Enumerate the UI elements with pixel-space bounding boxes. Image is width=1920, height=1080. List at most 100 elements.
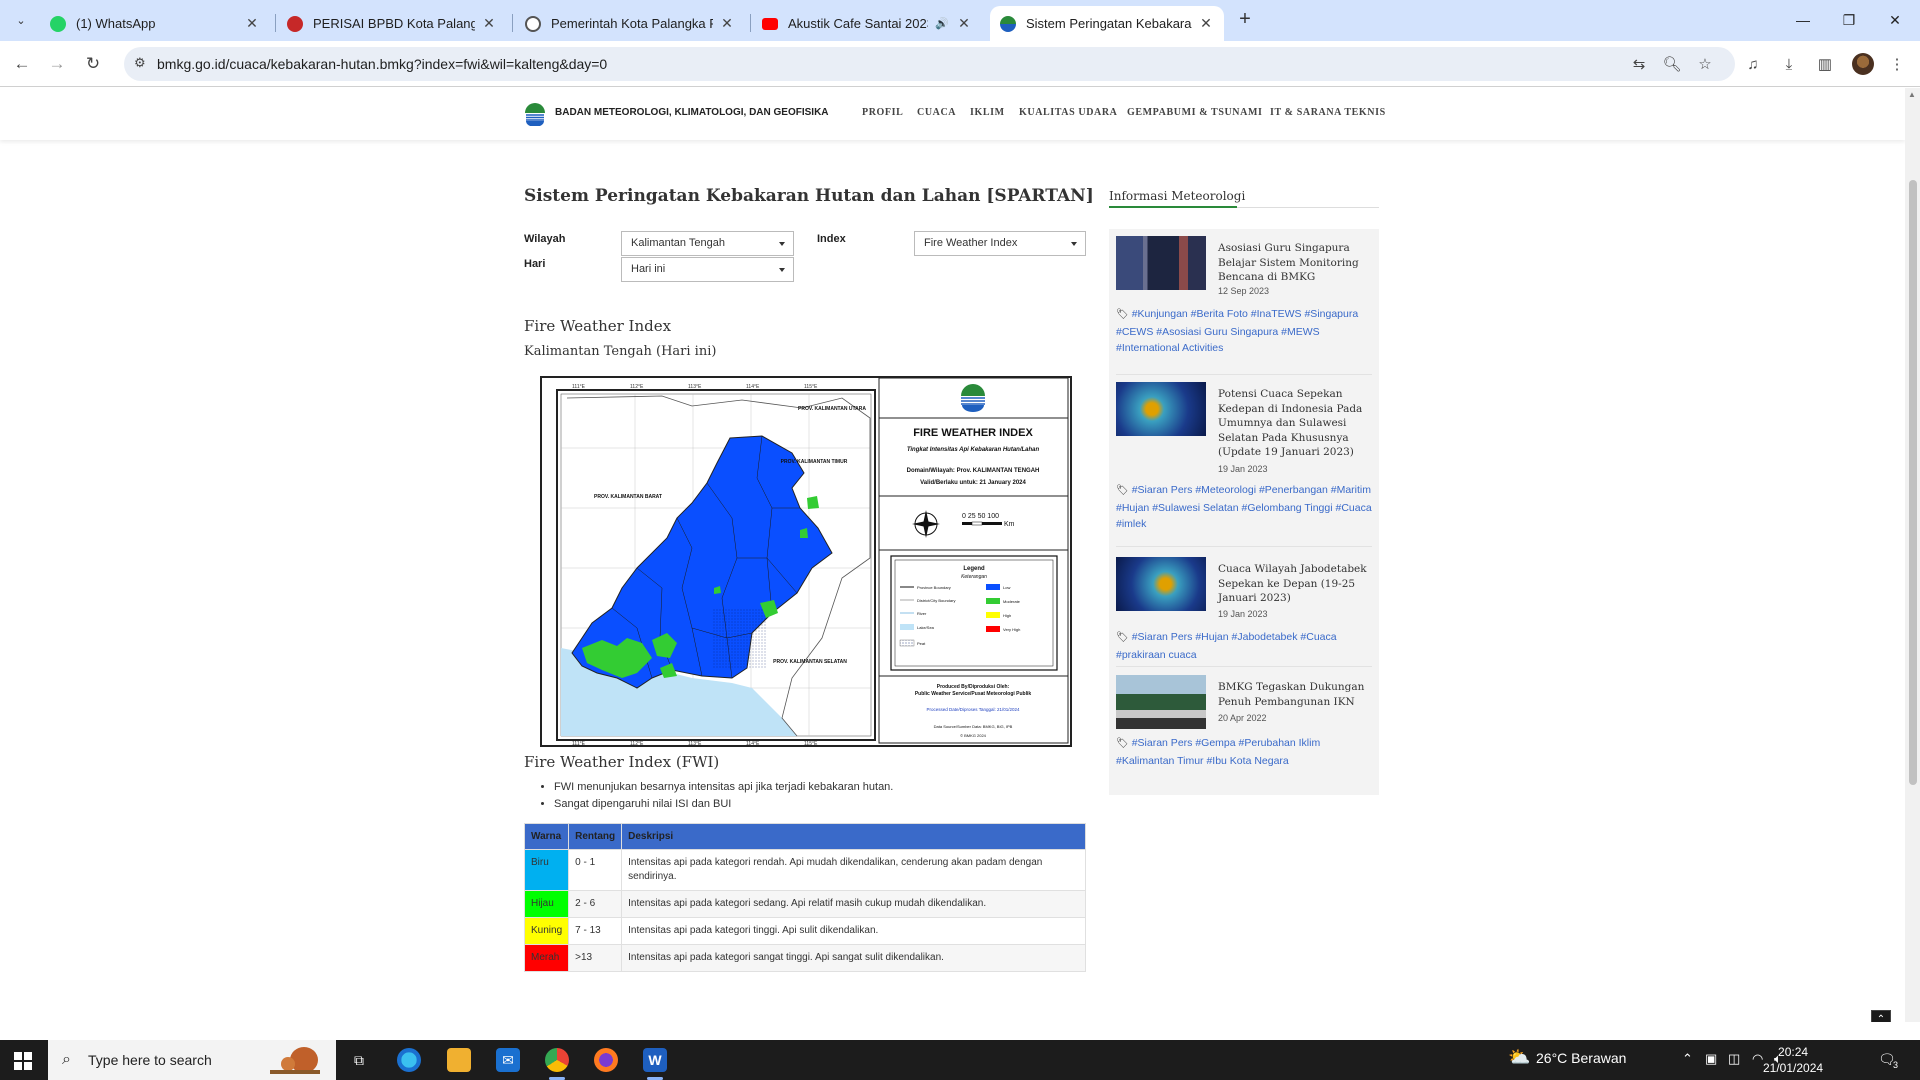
legend-peat: Peat	[917, 641, 926, 646]
speaker-icon[interactable]: 🔊	[934, 17, 950, 30]
hari-select[interactable]: Hari ini	[621, 257, 794, 282]
nav-cuaca[interactable]: CUACA	[917, 107, 956, 118]
news-separator	[1116, 666, 1372, 667]
nav-gempabumi[interactable]: GEMPABUMI & TSUNAMI	[1127, 107, 1262, 118]
nav-profil[interactable]: PROFIL	[862, 107, 903, 118]
tab-whatsapp[interactable]: (1) WhatsApp ✕	[40, 6, 270, 41]
close-tab-icon[interactable]: ✕	[1198, 15, 1214, 32]
map-produced-org: Public Weather Service/Pusat Meteorologi…	[915, 691, 1032, 697]
windows-start-icon[interactable]	[14, 1052, 32, 1070]
close-tab-icon[interactable]: ✕	[719, 15, 735, 32]
map-label-kalsel: PROV. KALIMANTAN SELATAN	[773, 659, 847, 665]
bookmark-star-icon[interactable]: ☆	[1695, 55, 1715, 75]
tray-chevron-icon[interactable]: ⌃	[1682, 1051, 1693, 1067]
scrollbar-thumb[interactable]	[1909, 180, 1917, 785]
close-tab-icon[interactable]: ✕	[244, 15, 260, 32]
tab-youtube[interactable]: Akustik Cafe Santai 2023 Fu 🔊 ✕	[752, 6, 982, 41]
profile-avatar[interactable]	[1852, 53, 1874, 75]
chrome-icon[interactable]	[545, 1048, 569, 1072]
rentang-cell: 0 - 1	[568, 849, 623, 891]
news-title[interactable]: BMKG Tegaskan Dukungan Penuh Pembangunan…	[1218, 680, 1368, 709]
news-thumbnail[interactable]	[1116, 382, 1206, 436]
taskbar-search[interactable]: ⌕ Type here to search	[48, 1040, 336, 1080]
nav-kualitas-udara[interactable]: KUALITAS UDARA	[1019, 107, 1118, 118]
menu-kebab-icon[interactable]: ⋮	[1886, 54, 1908, 76]
news-thumbnail[interactable]	[1116, 675, 1206, 729]
fwi-map-image[interactable]: 111°E 112°E 113°E 114°E 115°E 111°E 112°…	[540, 376, 1072, 747]
taskbar-weather[interactable]: 26°C Berawan	[1536, 1050, 1626, 1066]
news-date: 19 Jan 2023	[1218, 464, 1268, 474]
legend-subtitle: Keterangan	[961, 574, 987, 580]
news-thumbnail[interactable]	[1116, 557, 1206, 611]
fwi-title: Fire Weather Index (FWI)	[524, 753, 720, 771]
nav-iklim[interactable]: IKLIM	[970, 107, 1005, 118]
legend-very-high: Very High	[1003, 627, 1020, 632]
nav-it-sarana[interactable]: IT & SARANA TEKNIS	[1270, 107, 1386, 118]
news-item[interactable]: Cuaca Wilayah Jabodetabek Sepekan ke Dep…	[1116, 557, 1372, 669]
news-item[interactable]: Asosiasi Guru Singapura Belajar Sistem M…	[1116, 236, 1372, 376]
wilayah-select[interactable]: Kalimantan Tengah	[621, 231, 794, 256]
back-to-top-button[interactable]: ⌃	[1871, 1010, 1891, 1022]
map-processed: Processed Date/Diproses Tanggal: 21/01/2…	[927, 707, 1020, 712]
media-control-icon[interactable]: ♫	[1742, 54, 1764, 76]
news-thumbnail[interactable]	[1116, 236, 1206, 290]
restore-button[interactable]: ❐	[1826, 0, 1872, 41]
org-name[interactable]: BADAN METEOROLOGI, KLIMATOLOGI, DAN GEOF…	[555, 107, 829, 118]
back-button[interactable]: ←	[9, 51, 35, 77]
zoom-icon[interactable]: 🔍︎	[1662, 55, 1682, 75]
taskbar-clock[interactable]: 20:24 21/01/2024	[1763, 1044, 1823, 1076]
task-view-icon[interactable]: ⧉	[347, 1048, 371, 1072]
map-source: Data Source/Sumber Data: BMKG, BIG, IPB	[934, 724, 1013, 729]
index-select[interactable]: Fire Weather Index	[914, 231, 1086, 256]
news-tags[interactable]: 🏷 #Siaran Pers #Meteorologi #Penerbangan …	[1116, 482, 1372, 533]
tab-search-menu-icon[interactable]: ⌄	[10, 9, 32, 31]
page-scrollbar[interactable]: ▲	[1905, 88, 1920, 1022]
tab-perisai[interactable]: PERISAI BPBD Kota Palangka Ra ✕	[277, 6, 507, 41]
news-item[interactable]: Potensi Cuaca Sepekan Kedepan di Indones…	[1116, 382, 1372, 550]
news-tags-text[interactable]: #Kunjungan #Berita Foto #InaTEWS #Singap…	[1116, 308, 1358, 354]
edge-icon[interactable]	[397, 1048, 421, 1072]
news-title[interactable]: Asosiasi Guru Singapura Belajar Sistem M…	[1218, 241, 1368, 285]
word-icon[interactable]: W	[643, 1048, 667, 1072]
close-tab-icon[interactable]: ✕	[956, 15, 972, 32]
firefox-icon[interactable]	[594, 1048, 618, 1072]
sidebar-divider	[1109, 206, 1379, 208]
weather-cloud-icon[interactable]: ⛅	[1508, 1047, 1530, 1068]
close-tab-icon[interactable]: ✕	[481, 15, 497, 32]
tab-separator	[750, 14, 751, 32]
news-tags-text[interactable]: #Siaran Pers #Hujan #Jabodetabek #Cuaca …	[1116, 631, 1337, 661]
news-tags[interactable]: 🏷 #Siaran Pers #Hujan #Jabodetabek #Cuaca…	[1116, 629, 1372, 663]
downloads-icon[interactable]: ⤓	[1778, 54, 1800, 76]
site-info-icon[interactable]: ⚙	[134, 55, 146, 71]
translate-icon[interactable]: ⇆	[1629, 55, 1649, 75]
news-tags-text[interactable]: #Siaran Pers #Gempa #Perubahan Iklim #Ka…	[1116, 737, 1320, 767]
side-panel-icon[interactable]: ▥	[1814, 54, 1836, 76]
url-text[interactable]: bmkg.go.id/cuaca/kebakaran-hutan.bmkg?in…	[157, 56, 607, 72]
address-bar[interactable]: ⚙ bmkg.go.id/cuaca/kebakaran-hutan.bmkg?…	[124, 47, 1735, 81]
wifi-icon[interactable]: ◠	[1752, 1051, 1763, 1067]
tray-meet-icon[interactable]: ◫	[1728, 1051, 1740, 1067]
mail-icon[interactable]: ✉	[496, 1048, 520, 1072]
bmkg-logo[interactable]	[524, 100, 546, 130]
news-title[interactable]: Cuaca Wilayah Jabodetabek Sepekan ke Dep…	[1218, 562, 1368, 606]
file-explorer-icon[interactable]	[447, 1048, 471, 1072]
deskripsi-cell: Intensitas api pada kategori rendah. Api…	[621, 849, 1086, 891]
scroll-up-arrow-icon[interactable]: ▲	[1908, 90, 1916, 99]
wilayah-value: Kalimantan Tengah	[631, 237, 725, 249]
tab-pemkot[interactable]: Pemerintah Kota Palangka Raya ✕	[515, 6, 745, 41]
tab-bmkg-active[interactable]: Sistem Peringatan Kebakaran H ✕	[990, 6, 1224, 41]
news-item[interactable]: BMKG Tegaskan Dukungan Penuh Pembangunan…	[1116, 675, 1372, 785]
caret-down-icon	[1071, 242, 1077, 246]
news-date: 20 Apr 2022	[1218, 713, 1267, 723]
news-tags[interactable]: 🏷 #Kunjungan #Berita Foto #InaTEWS #Singa…	[1116, 306, 1372, 357]
table-row: Kuning 7 - 13 Intensitas api pada katego…	[523, 917, 1086, 945]
news-tags-text[interactable]: #Siaran Pers #Meteorologi #Penerbangan #…	[1116, 484, 1372, 530]
new-tab-button[interactable]: +	[1233, 8, 1257, 32]
close-window-button[interactable]: ✕	[1872, 0, 1918, 41]
reload-button[interactable]: ↻	[80, 51, 106, 77]
minimize-button[interactable]: —	[1780, 0, 1826, 41]
forward-button[interactable]: →	[44, 51, 70, 77]
tray-app-icon[interactable]: ▣	[1705, 1051, 1717, 1067]
news-title[interactable]: Potensi Cuaca Sepekan Kedepan di Indones…	[1218, 387, 1368, 460]
news-tags[interactable]: 🏷 #Siaran Pers #Gempa #Perubahan Iklim #K…	[1116, 735, 1372, 769]
